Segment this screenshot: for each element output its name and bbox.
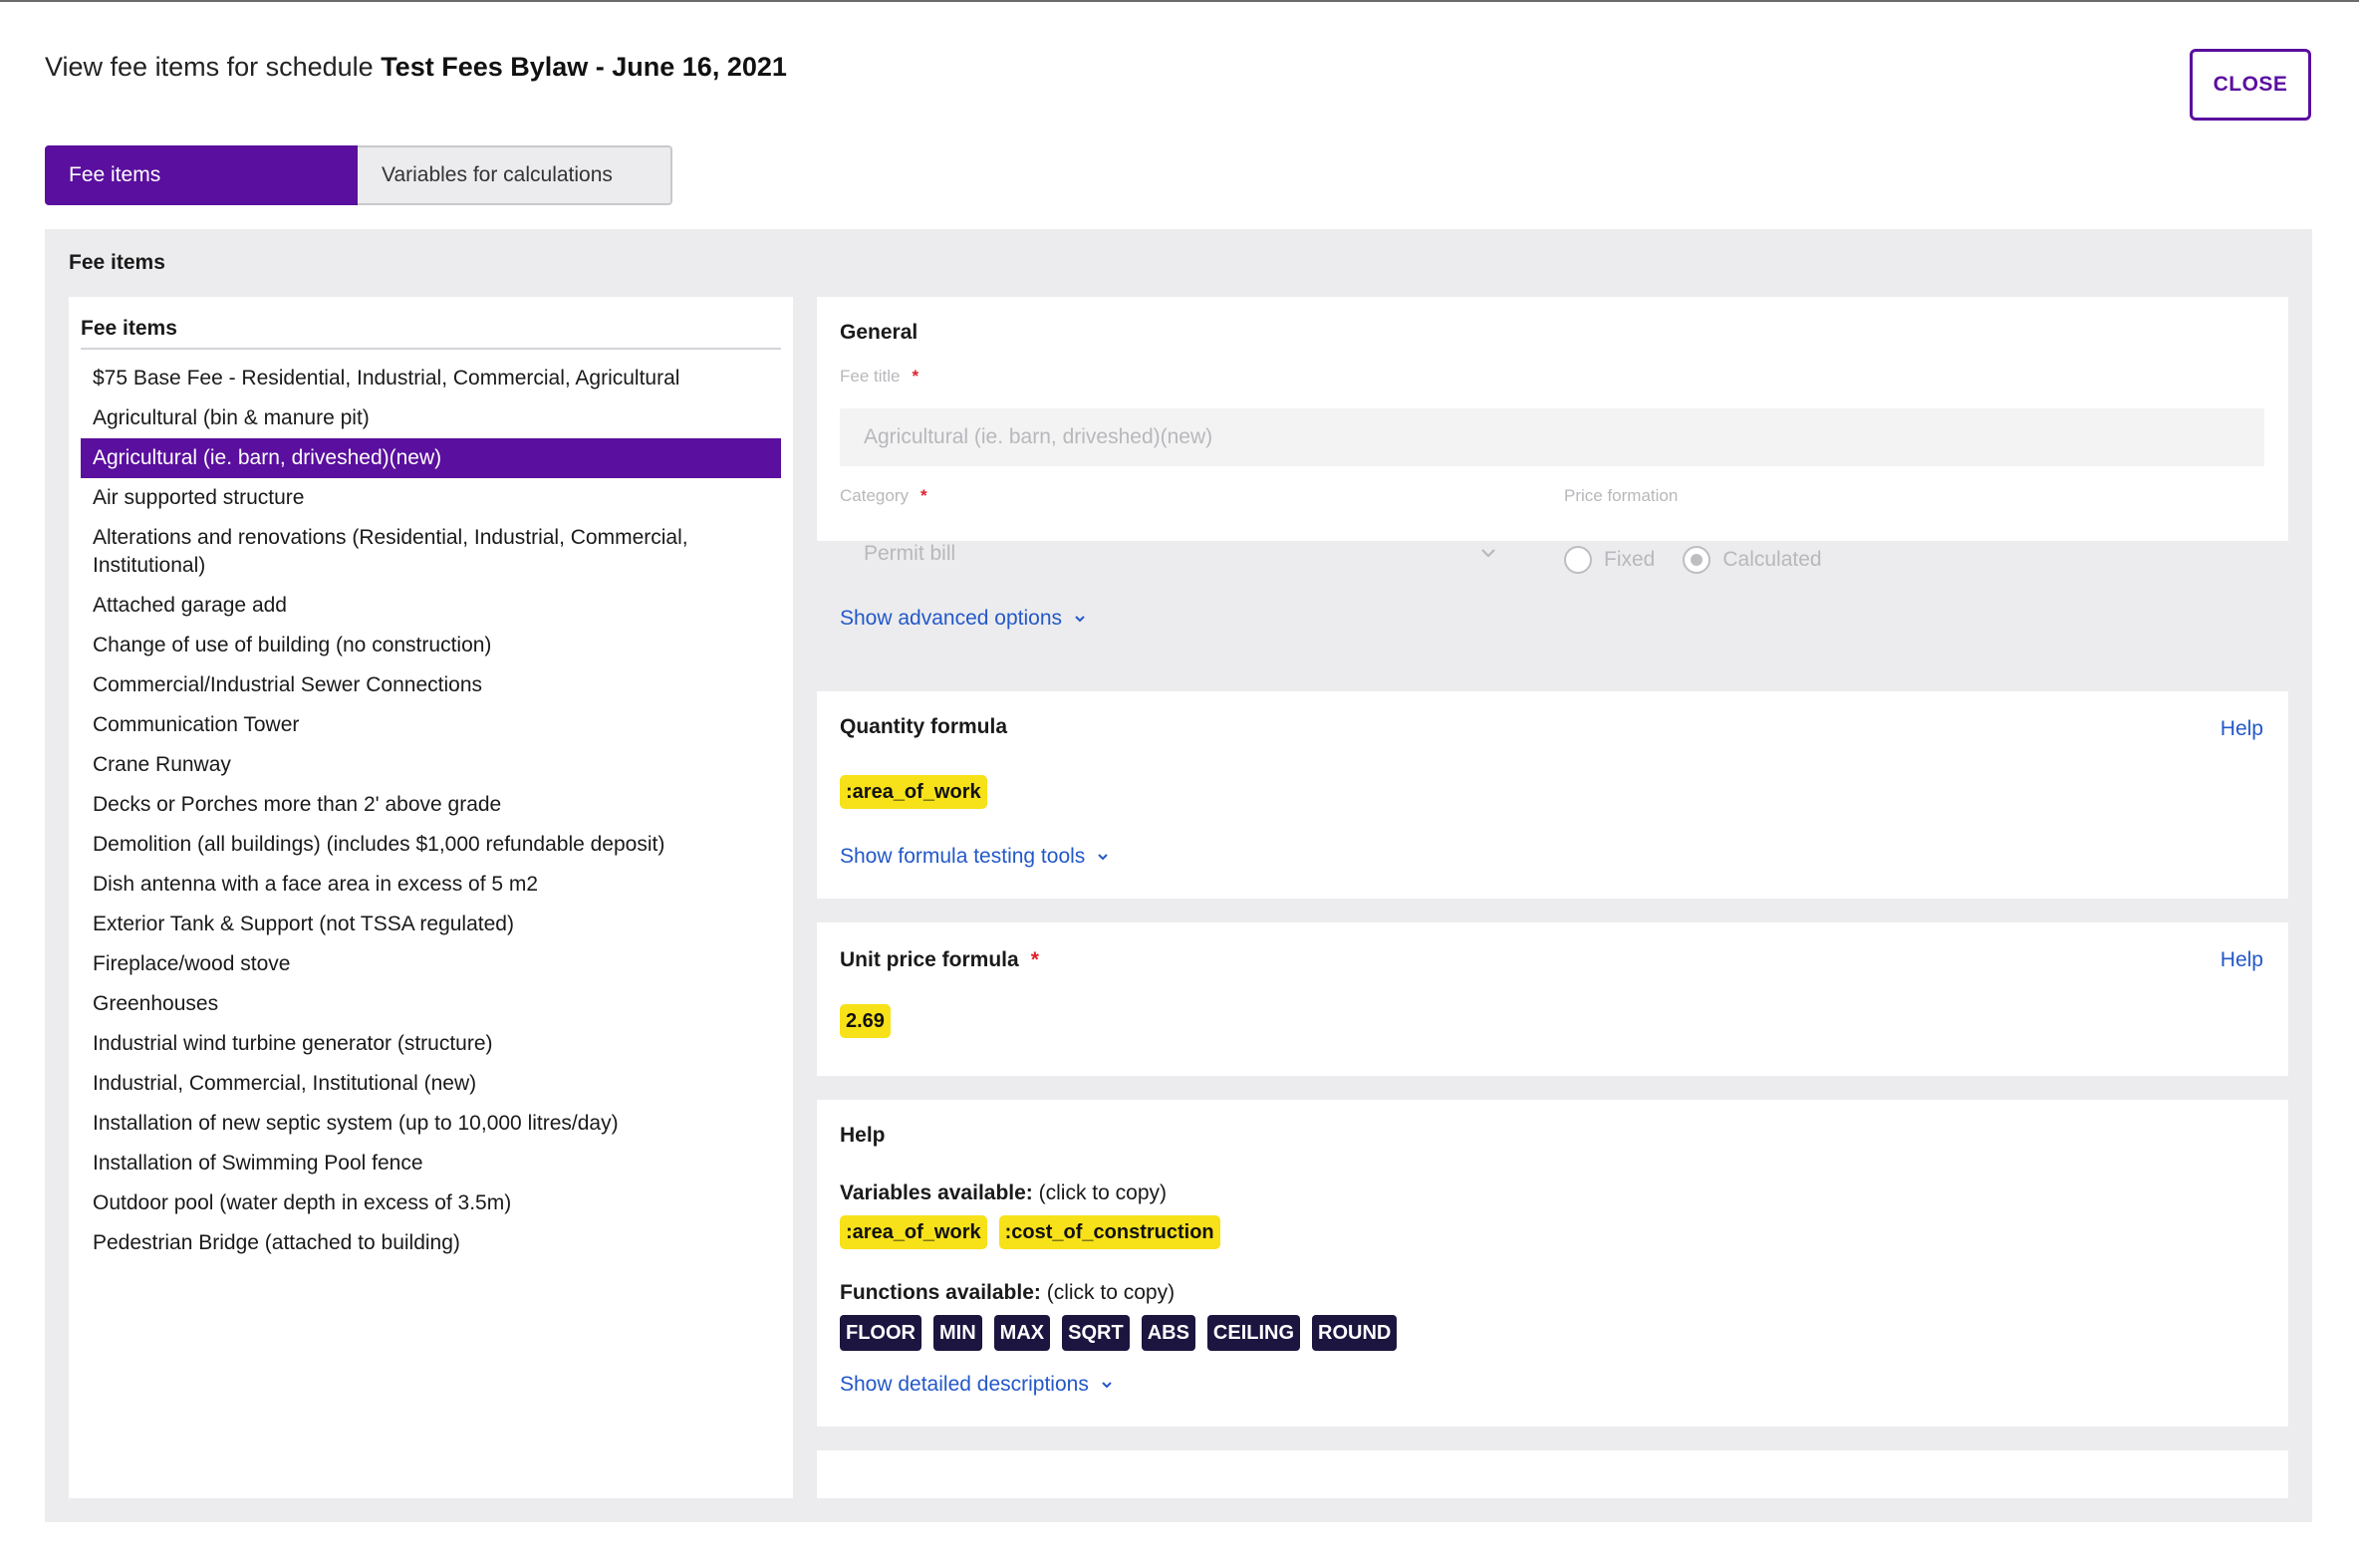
- chevron-down-icon: [1481, 549, 1495, 558]
- radio-selected-dot: [1691, 554, 1704, 566]
- category-label: Category *: [840, 486, 927, 506]
- fee-list-item[interactable]: Outdoor pool (water depth in excess of 3…: [81, 1183, 781, 1223]
- function-chip-ceiling[interactable]: CEILING: [1206, 1315, 1301, 1351]
- quantity-formula-card: Quantity formula Help :area_of_work Show…: [817, 691, 2288, 899]
- price-formation-radio-group: Fixed Calculated: [1564, 546, 1850, 574]
- show-formula-testing-tools-link[interactable]: Show formula testing tools: [840, 845, 1111, 869]
- fee-list-panel: Fee items $75 Base Fee - Residential, In…: [69, 297, 793, 1498]
- unit-price-formula-title: Unit price formula *: [840, 948, 1039, 972]
- fee-title-label-text: Fee title: [840, 367, 901, 386]
- radio-calculated-label: Calculated: [1722, 548, 1822, 571]
- variables-available-line: Variables available: (click to copy): [840, 1181, 1167, 1205]
- variables-available-hint: (click to copy): [1032, 1181, 1167, 1204]
- unit-price-formula-value: 2.69: [840, 1004, 903, 1038]
- function-chip-floor[interactable]: FLOOR: [840, 1315, 921, 1351]
- fee-list-item[interactable]: Industrial wind turbine generator (struc…: [81, 1024, 781, 1064]
- category-value: Permit bill: [864, 542, 956, 565]
- fee-list-item[interactable]: Crane Runway: [81, 745, 781, 785]
- fee-list-item[interactable]: Agricultural (ie. barn, driveshed)(new): [81, 438, 781, 478]
- functions-available-line: Functions available: (click to copy): [840, 1281, 1175, 1305]
- fee-list: $75 Base Fee - Residential, Industrial, …: [81, 359, 781, 1263]
- fee-list-item[interactable]: Alterations and renovations (Residential…: [81, 518, 781, 586]
- fee-list-item[interactable]: Installation of new septic system (up to…: [81, 1104, 781, 1144]
- close-button[interactable]: CLOSE: [2190, 49, 2311, 121]
- fee-list-item[interactable]: Industrial, Commercial, Institutional (n…: [81, 1064, 781, 1104]
- tab-fee-items[interactable]: Fee items: [45, 145, 358, 205]
- fee-items-section: Fee items Fee items $75 Base Fee - Resid…: [45, 229, 2312, 1522]
- fee-list-item[interactable]: Change of use of building (no constructi…: [81, 626, 781, 665]
- function-chip-round[interactable]: ROUND: [1312, 1315, 1398, 1351]
- required-mark: *: [1030, 948, 1039, 971]
- fee-list-item[interactable]: Communication Tower: [81, 705, 781, 745]
- show-advanced-options-link[interactable]: Show advanced options: [840, 607, 1088, 631]
- fee-list-item[interactable]: Decks or Porches more than 2' above grad…: [81, 785, 781, 825]
- quantity-formula-title: Quantity formula: [840, 715, 1008, 738]
- fee-list-item[interactable]: Fireplace/wood stove: [81, 944, 781, 984]
- functions-chip-row: FLOOR MIN MAX SQRT ABS CEILING ROUND: [840, 1315, 1409, 1351]
- function-chip-max[interactable]: MAX: [993, 1315, 1051, 1351]
- dialog-title: View fee items for schedule Test Fees By…: [45, 52, 787, 83]
- fee-list-item[interactable]: Installation of Swimming Pool fence: [81, 1144, 781, 1183]
- fee-list-item[interactable]: Commercial/Industrial Sewer Connections: [81, 665, 781, 705]
- show-formula-testing-tools-label: Show formula testing tools: [840, 845, 1086, 868]
- tab-variables-for-calculations[interactable]: Variables for calculations: [358, 145, 672, 205]
- variables-available-label: Variables available:: [840, 1181, 1033, 1204]
- price-formation-label: Price formation: [1564, 486, 1679, 505]
- unit-price-formula-title-text: Unit price formula: [840, 948, 1019, 971]
- function-chip-sqrt[interactable]: SQRT: [1062, 1315, 1130, 1351]
- show-detailed-descriptions-label: Show detailed descriptions: [840, 1373, 1089, 1396]
- formula-chip[interactable]: :area_of_work: [840, 775, 987, 809]
- section-title: Fee items: [69, 251, 165, 274]
- fee-list-item[interactable]: Greenhouses: [81, 984, 781, 1024]
- category-label-text: Category: [840, 486, 909, 505]
- fee-list-item[interactable]: Dish antenna with a face area in excess …: [81, 865, 781, 905]
- chevron-down-icon: [1098, 854, 1109, 861]
- empty-card: [817, 1450, 2288, 1498]
- radio-fixed-label: Fixed: [1604, 548, 1656, 571]
- functions-available-hint: (click to copy): [1040, 1281, 1176, 1304]
- radio-calculated[interactable]: [1683, 546, 1711, 574]
- fee-list-item[interactable]: $75 Base Fee - Residential, Industrial, …: [81, 359, 781, 398]
- help-title: Help: [840, 1124, 886, 1147]
- general-title: General: [840, 321, 918, 344]
- dialog-title-prefix: View fee items for schedule: [45, 52, 374, 82]
- fee-title-value: Agricultural (ie. barn, driveshed)(new): [864, 425, 1213, 448]
- dialog-title-schedule: Test Fees Bylaw - June 16, 2021: [381, 52, 787, 82]
- radio-fixed[interactable]: [1564, 546, 1592, 574]
- variables-chip-row: :area_of_work :cost_of_construction: [840, 1215, 1232, 1249]
- quantity-formula-value: :area_of_work: [840, 775, 999, 809]
- function-chip-abs[interactable]: ABS: [1141, 1315, 1195, 1351]
- variable-chip-area-of-work[interactable]: :area_of_work: [840, 1215, 987, 1249]
- fee-list-item[interactable]: Pedestrian Bridge (attached to building): [81, 1223, 781, 1263]
- chevron-down-icon: [1075, 616, 1085, 623]
- fee-list-item[interactable]: Demolition (all buildings) (includes $1,…: [81, 825, 781, 865]
- category-select[interactable]: Permit bill: [840, 526, 1517, 582]
- fee-list-header: Fee items: [81, 317, 781, 350]
- variable-chip-cost-of-construction[interactable]: :cost_of_construction: [998, 1215, 1220, 1249]
- formula-chip[interactable]: 2.69: [840, 1004, 891, 1038]
- general-card: General Fee title * Agricultural (ie. bar…: [817, 297, 2288, 574]
- fee-list-item[interactable]: Agricultural (bin & manure pit): [81, 398, 781, 438]
- functions-available-label: Functions available:: [840, 1281, 1041, 1304]
- quantity-help-link[interactable]: Help: [2221, 717, 2263, 741]
- show-detailed-descriptions-link[interactable]: Show detailed descriptions: [840, 1373, 1115, 1397]
- tab-bar: Fee items Variables for calculations: [45, 145, 672, 205]
- required-mark: *: [919, 486, 927, 505]
- required-mark: *: [912, 367, 919, 386]
- help-card: Help Variables available: (click to copy…: [817, 1100, 2288, 1427]
- fee-list-item[interactable]: Exterior Tank & Support (not TSSA regula…: [81, 905, 781, 944]
- fee-list-item[interactable]: Attached garage add: [81, 586, 781, 626]
- window-top-border: [0, 0, 2359, 2]
- unit-price-help-link[interactable]: Help: [2221, 948, 2263, 972]
- function-chip-min[interactable]: MIN: [933, 1315, 982, 1351]
- unit-price-formula-card: Unit price formula * Help 2.69: [817, 922, 2288, 1076]
- show-advanced-options-label: Show advanced options: [840, 607, 1062, 630]
- fee-title-input[interactable]: Agricultural (ie. barn, driveshed)(new): [840, 408, 2264, 466]
- fee-list-item[interactable]: Air supported structure: [81, 478, 781, 518]
- chevron-down-icon: [1102, 1382, 1112, 1389]
- fee-title-label: Fee title *: [840, 367, 918, 387]
